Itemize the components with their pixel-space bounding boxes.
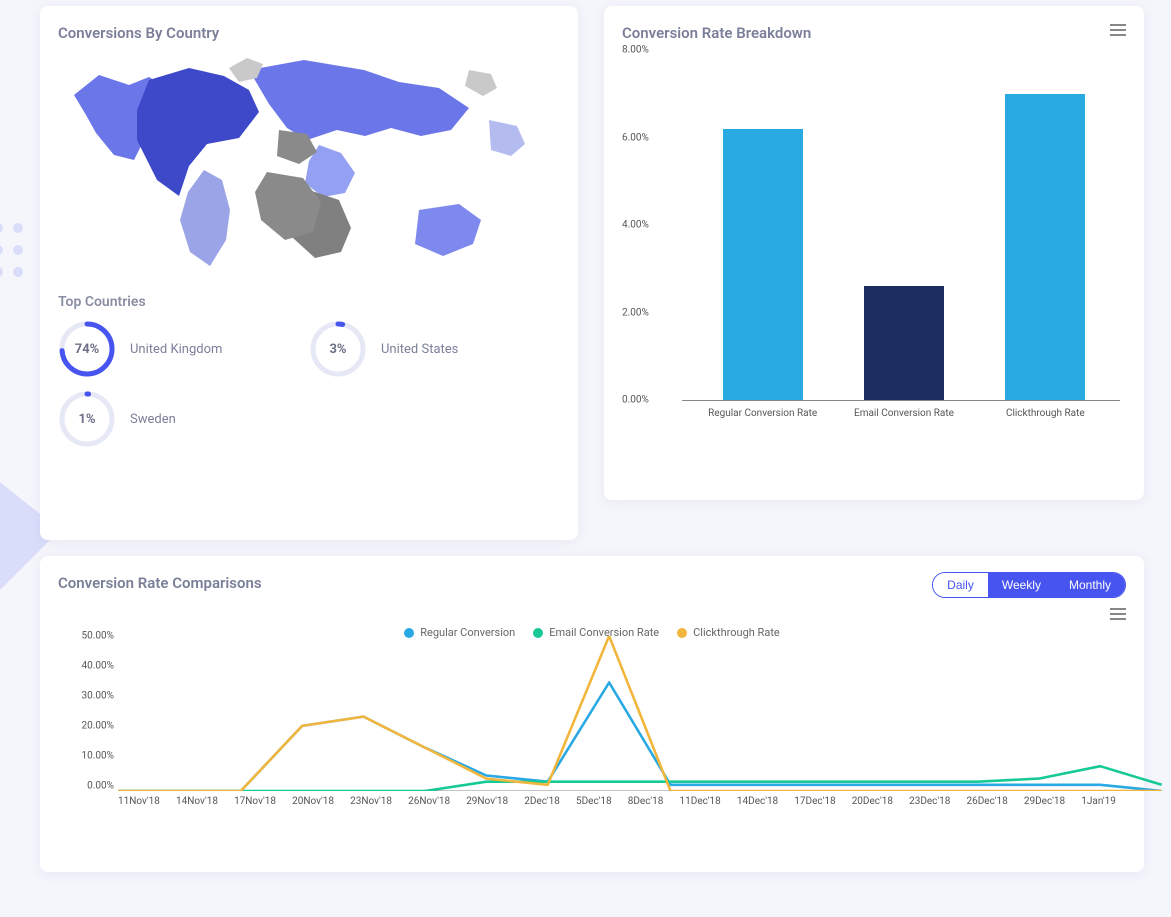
period-toggle: Daily Weekly Monthly [932, 572, 1126, 598]
country-name: Sweden [130, 412, 176, 427]
bar[interactable] [864, 286, 944, 400]
x-axis-tick-label: Regular Conversion Rate [703, 408, 823, 419]
country-item: 74% United Kingdom [58, 320, 299, 378]
country-name: United Kingdom [130, 342, 222, 357]
toggle-weekly[interactable]: Weekly [988, 573, 1055, 597]
conversions-by-country-card: Conversions By Country To [40, 6, 578, 540]
y-axis-tick-label: 20.00% [82, 721, 114, 732]
x-axis-tick-label: 2Dec'18 [524, 796, 560, 807]
country-pct: 1% [58, 390, 116, 448]
country-donut: 74% [58, 320, 116, 378]
chart-menu-icon[interactable] [1110, 24, 1126, 36]
country-pct: 3% [309, 320, 367, 378]
y-axis-tick-label: 10.00% [82, 751, 114, 762]
country-item: 1% Sweden [58, 390, 299, 448]
x-axis-tick-label: 23Dec'18 [909, 796, 950, 807]
y-axis-tick-label: 40.00% [82, 661, 114, 672]
series-line[interactable] [118, 766, 1162, 791]
series-line[interactable] [118, 683, 1162, 792]
x-axis-tick-label: 29Nov'18 [466, 796, 508, 807]
chart-menu-icon[interactable] [1110, 608, 1126, 620]
x-axis-tick-label: Email Conversion Rate [844, 408, 964, 419]
x-axis-tick-label: Clickthrough Rate [985, 408, 1105, 419]
country-donut: 1% [58, 390, 116, 448]
x-axis-tick-label: 23Nov'18 [350, 796, 392, 807]
x-axis-tick-label: 17Nov'18 [234, 796, 276, 807]
x-axis-tick-label: 17Dec'18 [794, 796, 835, 807]
x-axis-tick-label: 14Nov'18 [176, 796, 218, 807]
country-pct: 74% [58, 320, 116, 378]
x-axis-tick-label: 1Jan'19 [1081, 796, 1116, 807]
x-axis-tick-label: 26Nov'18 [408, 796, 450, 807]
conversion-comparisons-linechart: 0.00% 10.00% 20.00% 30.00% 40.00% 50.00% 11No… [58, 626, 1126, 846]
x-axis-tick-label: 11Nov'18 [118, 796, 160, 807]
x-axis-tick-label: 8Dec'18 [628, 796, 664, 807]
x-axis-tick-label: 5Dec'18 [576, 796, 612, 807]
toggle-daily[interactable]: Daily [933, 573, 988, 597]
bar[interactable] [723, 129, 803, 400]
card-title: Conversion Rate Breakdown [622, 24, 1126, 42]
y-axis-tick-label: 8.00% [622, 45, 649, 56]
country-item: 3% United States [309, 320, 550, 378]
conversion-rate-breakdown-card: Conversion Rate Breakdown 0.00% 2.00% 4.00… [604, 6, 1144, 500]
bg-dots-icon [0, 220, 30, 290]
x-axis-tick-label: 14Dec'18 [737, 796, 778, 807]
country-donut: 3% [309, 320, 367, 378]
y-axis-tick-label: 50.00% [82, 631, 114, 642]
conversion-rate-comparisons-card: Conversion Rate Comparisons Daily Weekly… [40, 556, 1144, 872]
x-axis-tick-label: 20Nov'18 [292, 796, 334, 807]
toggle-monthly[interactable]: Monthly [1055, 573, 1125, 597]
world-map[interactable] [58, 50, 560, 280]
bar[interactable] [1005, 94, 1085, 400]
top-countries-heading: Top Countries [58, 294, 560, 310]
y-axis-tick-label: 0.00% [622, 395, 649, 406]
y-axis-tick-label: 2.00% [622, 307, 649, 318]
x-axis-tick-label: 26Dec'18 [966, 796, 1007, 807]
series-line[interactable] [118, 636, 1162, 791]
y-axis-tick-label: 4.00% [622, 220, 649, 231]
top-countries-list: 74% United Kingdom 3% United States 1% S… [58, 320, 560, 448]
country-name: United States [381, 342, 458, 357]
card-title: Conversions By Country [58, 24, 560, 42]
x-axis-tick-label: 11Dec'18 [680, 796, 721, 807]
y-axis-tick-label: 30.00% [82, 691, 114, 702]
conversion-breakdown-barchart: 0.00%2.00%4.00%6.00%8.00% Regular Conver… [622, 50, 1126, 450]
y-axis-tick-label: 6.00% [622, 132, 649, 143]
x-axis-tick-label: 29Dec'18 [1024, 796, 1065, 807]
x-axis-tick-label: 20Dec'18 [852, 796, 893, 807]
y-axis-tick-label: 0.00% [87, 781, 114, 792]
